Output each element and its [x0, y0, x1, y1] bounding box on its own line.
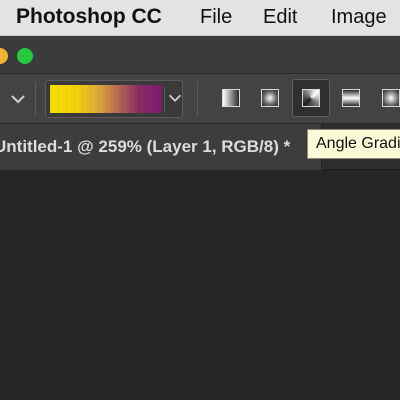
- diamond-gradient-button[interactable]: [372, 79, 400, 117]
- app-name-menu[interactable]: Photoshop CC: [16, 5, 162, 29]
- angle-gradient-icon: [302, 89, 320, 107]
- gradient-picker-divider: [164, 87, 165, 111]
- reflected-gradient-button[interactable]: [332, 79, 370, 117]
- zoom-button[interactable]: [17, 48, 33, 64]
- toolbar-separator: [35, 82, 36, 116]
- canvas-area[interactable]: [0, 170, 400, 400]
- minimize-button[interactable]: [0, 48, 8, 64]
- tool-preset-chevron-down-icon[interactable]: [8, 89, 28, 109]
- document-tab[interactable]: Untitled-1 @ 259% (Layer 1, RGB/8) *: [0, 124, 322, 170]
- menu-file[interactable]: File: [200, 6, 232, 29]
- toolbar-separator: [197, 82, 198, 116]
- angle-gradient-button[interactable]: [292, 79, 330, 117]
- menu-image[interactable]: Image: [331, 6, 387, 29]
- reflected-gradient-icon: [342, 89, 360, 107]
- radial-gradient-icon: [261, 89, 279, 107]
- angle-gradient-tooltip: Angle Gradient: [307, 129, 400, 159]
- menu-bar: Photoshop CC File Edit Image: [0, 0, 400, 36]
- options-bar: [0, 74, 400, 124]
- radial-gradient-button[interactable]: [251, 79, 289, 117]
- linear-gradient-button[interactable]: [212, 79, 250, 117]
- menu-edit[interactable]: Edit: [263, 6, 297, 29]
- gradient-picker[interactable]: [45, 80, 183, 118]
- gradient-preview-swatch[interactable]: [50, 85, 162, 113]
- tooltip-text: Angle Gradient: [316, 135, 400, 152]
- diamond-gradient-icon: [382, 89, 400, 107]
- window-titlebar: [0, 36, 400, 74]
- gradient-chevron-down-icon[interactable]: [166, 89, 184, 107]
- linear-gradient-icon: [222, 89, 240, 107]
- document-tab-title: Untitled-1 @ 259% (Layer 1, RGB/8) *: [0, 137, 291, 156]
